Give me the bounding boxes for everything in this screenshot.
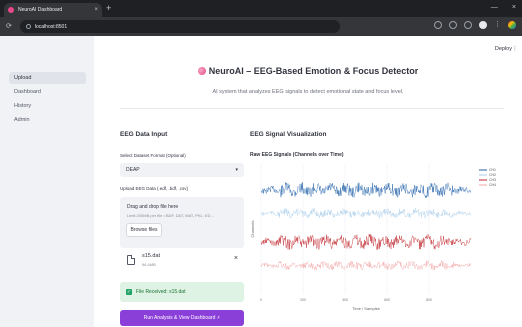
sidebar-item-dashboard[interactable]: Dashboard xyxy=(9,86,86,98)
x-tick-label: 0 xyxy=(260,298,262,302)
eeg-chart: 0 200 400 600 800 CH1 CH2 CH3 CH4 Time / Samples C… xyxy=(250,160,508,320)
legend-label: CH4 xyxy=(489,183,496,187)
x-tick-label: 600 xyxy=(384,298,390,302)
chart-title: Raw EEG Signals (Channels over Time) xyxy=(250,152,344,158)
url-field[interactable]: localhost:8501 xyxy=(19,20,340,33)
success-text: File Received: s15.dat xyxy=(136,289,186,295)
browse-files-button[interactable]: Browse files xyxy=(126,223,162,237)
brain-icon xyxy=(197,67,206,75)
uploaded-file: s15.dat 96.4MB × xyxy=(120,249,244,273)
remove-file-button[interactable]: × xyxy=(234,255,238,262)
viz-heading: EEG Signal Visualization xyxy=(250,131,327,138)
tab-close-icon[interactable]: × xyxy=(94,7,98,13)
extension-icons: ⋮ xyxy=(434,21,516,29)
series-line-ch3 xyxy=(260,233,472,251)
minimize-button[interactable]: — xyxy=(491,3,498,12)
format-label: Select Dataset Format (Optional) xyxy=(120,153,186,158)
series-line-ch1 xyxy=(260,182,472,199)
legend-label: CH1 xyxy=(489,168,496,172)
browser-menu-icon[interactable]: ⋮ xyxy=(494,21,501,29)
site-info-icon[interactable] xyxy=(25,24,31,29)
profile-icon[interactable] xyxy=(479,21,487,29)
dropzone-limit: Limit 200MB per file • BDF, DAT, MAT, PK… xyxy=(127,213,214,218)
sidebar: Upload Dashboard History Admin xyxy=(0,36,94,327)
favicon-icon xyxy=(8,7,14,13)
star-icon[interactable] xyxy=(464,21,472,29)
check-icon: ✓ xyxy=(126,289,132,295)
legend-label: CH2 xyxy=(489,173,496,177)
series-line-ch4 xyxy=(260,260,472,271)
file-name: s15.dat xyxy=(142,253,161,259)
sidebar-item-upload[interactable]: Upload xyxy=(9,72,86,84)
legend-label: CH3 xyxy=(489,178,496,182)
close-window-button[interactable]: × xyxy=(512,3,516,12)
sidebar-item-admin[interactable]: Admin xyxy=(9,114,86,126)
format-select-value: DEAP xyxy=(126,167,140,173)
reload-icon[interactable]: ⟳ xyxy=(6,23,12,30)
chrome-icon[interactable] xyxy=(508,21,516,29)
eeg-chart-svg: 0 200 400 600 800 CH1CH2CH3CH4 Time / Samples C… xyxy=(250,164,496,311)
x-tick-label: 800 xyxy=(426,298,432,302)
x-axis-label: Time / Samples xyxy=(352,306,380,311)
format-select[interactable]: DEAP ▾ xyxy=(120,163,244,177)
success-alert: ✓ File Received: s15.dat xyxy=(120,282,244,302)
page-title-text: NeuroAI – EEG-Based Emotion & Focus Dete… xyxy=(208,66,419,76)
x-tick-label: 200 xyxy=(300,298,306,302)
series-line-ch2 xyxy=(260,207,472,219)
y-axis-label: Channels xyxy=(250,221,255,238)
new-tab-button[interactable]: + xyxy=(106,3,111,13)
sidebar-item-history[interactable]: History xyxy=(9,100,86,112)
sidebar-nav: Upload Dashboard History Admin xyxy=(9,72,86,128)
dropzone-title: Drag and drop file here xyxy=(127,204,179,210)
tab-title: NeuroAI Dashboard xyxy=(18,7,63,13)
file-icon xyxy=(127,255,135,265)
run-analysis-button[interactable]: Run Analysis & View Dashboard ⚡ xyxy=(120,310,244,326)
input-heading: EEG Data Input xyxy=(120,131,168,138)
window-controls: — × xyxy=(491,3,516,12)
browser-tab[interactable]: NeuroAI Dashboard × xyxy=(4,3,102,17)
page-title: NeuroAI – EEG-Based Emotion & Focus Dete… xyxy=(94,66,522,76)
browser-tab-bar: NeuroAI Dashboard × + — × xyxy=(0,0,522,17)
x-tick-label: 400 xyxy=(342,298,348,302)
address-bar: ⟳ localhost:8501 ⋮ xyxy=(0,17,522,36)
upload-label: Upload EEG Data (.edf, .bdf, .csv) xyxy=(120,186,189,191)
file-size: 96.4MB xyxy=(142,262,156,267)
chevron-down-icon: ▾ xyxy=(235,167,238,173)
url-text: localhost:8501 xyxy=(34,23,68,30)
divider xyxy=(120,108,504,109)
bookmark-icon[interactable] xyxy=(449,21,457,29)
page-subtitle: AI system that analyzes EEG signals to d… xyxy=(212,89,404,95)
file-dropzone[interactable]: Drag and drop file here Limit 200MB per … xyxy=(120,197,244,248)
extension-icon[interactable] xyxy=(434,21,442,29)
